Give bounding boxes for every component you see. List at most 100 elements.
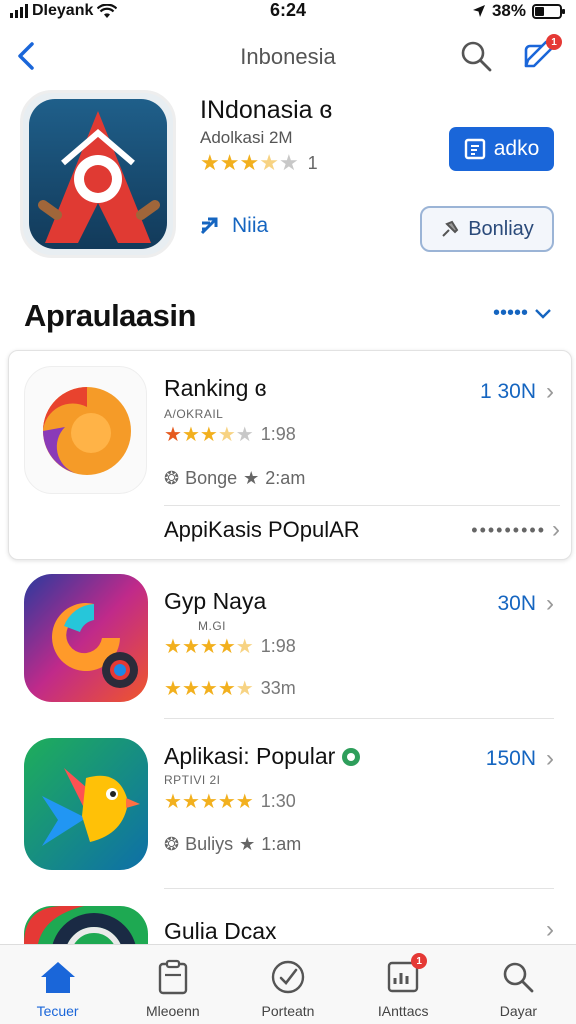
section-more-button[interactable]: •••••: [493, 302, 552, 325]
search-button[interactable]: [458, 38, 494, 74]
get-button-label: adko: [493, 137, 540, 160]
star-icon: ★: [235, 678, 254, 700]
star-icon: ★: [200, 150, 220, 175]
star-icon: ★: [235, 791, 254, 813]
app-size-button[interactable]: 1 30N ›: [480, 378, 554, 406]
chevron-right-icon[interactable]: ›: [546, 916, 554, 944]
star-rating: ★★★★★: [164, 422, 254, 447]
app-name[interactable]: Gyp Naya: [164, 588, 266, 615]
hero-subtitle: Adolkasi 2M: [200, 128, 293, 147]
star-icon: ★: [181, 424, 200, 446]
chevron-right-icon: ›: [552, 516, 560, 543]
section-more-label: •••••: [492, 302, 528, 324]
popular-apps-row[interactable]: AppiKasis POpulAR ••••••••• ›: [164, 516, 560, 544]
star-icon: ★: [164, 424, 182, 446]
app-icon[interactable]: [24, 574, 148, 702]
star-icon: ★: [217, 424, 236, 446]
star-icon: ★: [235, 424, 254, 446]
tab-apps[interactable]: Porteatn: [230, 945, 345, 1024]
app-name[interactable]: Gulia Dcax: [164, 918, 276, 945]
section-title: Apraulaasin: [24, 298, 196, 333]
meta-b: 1:am: [261, 834, 302, 854]
chevron-right-icon: ›: [546, 590, 554, 617]
star-icon: ★: [181, 791, 200, 813]
tab-label: IAnttacs: [377, 1003, 429, 1019]
star-icon: ★: [164, 678, 182, 700]
divider: [164, 718, 554, 719]
app-tag: A/OKRAIL: [164, 407, 224, 421]
tab-search[interactable]: Dayar: [461, 945, 576, 1024]
hero-link-label: Niia: [232, 214, 269, 237]
chevron-right-icon: ›: [546, 745, 554, 772]
tab-label: Porteatn: [261, 1003, 315, 1019]
verified-icon: [342, 747, 361, 766]
star-icon: ★: [235, 636, 254, 658]
chevron-down-icon: [535, 308, 551, 319]
app-rating: ★★★★★ 1:98: [164, 422, 296, 447]
rating-number: 1:98: [260, 424, 296, 444]
star-icon: ★: [199, 678, 218, 700]
star-icon: ★: [181, 636, 200, 658]
app-size: 1 30N: [479, 380, 536, 403]
meta-a: Bonge: [185, 468, 238, 488]
app-meta: ❂ Buliys ★ 1:am: [164, 834, 301, 855]
meta-b: 33m: [260, 678, 296, 698]
app-icon[interactable]: [24, 366, 147, 494]
search-icon: [461, 41, 492, 72]
star-small-icon: ★: [239, 834, 256, 854]
app-size: 30N: [497, 592, 536, 615]
app-tag: M.GI: [198, 619, 226, 633]
divider: [164, 888, 554, 889]
app-name[interactable]: Aplikasi: Popular: [164, 743, 361, 770]
hero-link[interactable]: Niia: [200, 214, 268, 238]
app-tag: RPTIVI 2I: [164, 773, 221, 787]
home-icon: [40, 962, 75, 993]
star-icon: ★: [164, 636, 182, 658]
app-size-button[interactable]: 30N ›: [497, 590, 554, 618]
star-icon: ★: [259, 150, 279, 175]
hero-rating: ★★★★★ 1: [200, 150, 318, 176]
tab-updates[interactable]: 1 IAnttacs: [346, 945, 461, 1024]
download-icon: [464, 138, 485, 160]
divider: [164, 505, 560, 506]
compose-button[interactable]: 1: [520, 34, 562, 76]
star-rating: ★★★★★: [164, 634, 254, 659]
tab-games[interactable]: Mleoenn: [115, 945, 230, 1024]
share-button-label: Bonliay: [468, 217, 534, 240]
star-icon: ★: [239, 150, 260, 175]
tab-label: Tecuer: [36, 1003, 79, 1019]
notification-badge: 1: [546, 34, 562, 50]
share-button[interactable]: Bonliay: [420, 206, 554, 252]
star-icon: ★: [217, 636, 236, 658]
battery-icon: [532, 3, 565, 19]
compass-pin-icon: [29, 99, 167, 249]
tab-today[interactable]: Tecuer: [0, 945, 115, 1024]
star-icon: ★: [199, 636, 218, 658]
app-meta: ❂ Bonge ★ 2:am: [164, 468, 305, 489]
star-icon: ★: [217, 791, 236, 813]
location-arrow-icon: [472, 5, 485, 17]
meta-b: 2:am: [265, 468, 306, 488]
star-rating: ★★★★★: [164, 676, 254, 701]
tab-label: Dayar: [499, 1003, 538, 1019]
hero-app-name: INdonasia ɞ: [200, 96, 333, 124]
app-name[interactable]: Ranking ɞ: [164, 375, 266, 402]
status-right: 38%: [472, 1, 565, 21]
app-icon[interactable]: [24, 906, 148, 944]
badge-icon: ❂: [164, 834, 180, 854]
star-icon: ★: [164, 791, 182, 813]
link-arrow-icon: [200, 217, 218, 235]
star-rating: ★★★★★: [164, 789, 254, 814]
hero-app-icon[interactable]: [20, 90, 176, 258]
app-name-text: Aplikasi: Popular: [164, 743, 336, 769]
app-size-button[interactable]: 150N ›: [486, 745, 554, 773]
tab-label: Mleoenn: [145, 1003, 200, 1019]
meta-a: Buliys: [185, 834, 234, 854]
rating-number: 1:30: [260, 791, 296, 811]
get-button[interactable]: adko: [449, 127, 554, 171]
badge-icon: ❂: [164, 468, 180, 488]
star-icon: ★: [199, 424, 218, 446]
app-rating: ★★★★★ 1:30: [164, 789, 296, 814]
colorful-bird-icon: [24, 738, 148, 870]
app-icon[interactable]: [24, 738, 148, 870]
